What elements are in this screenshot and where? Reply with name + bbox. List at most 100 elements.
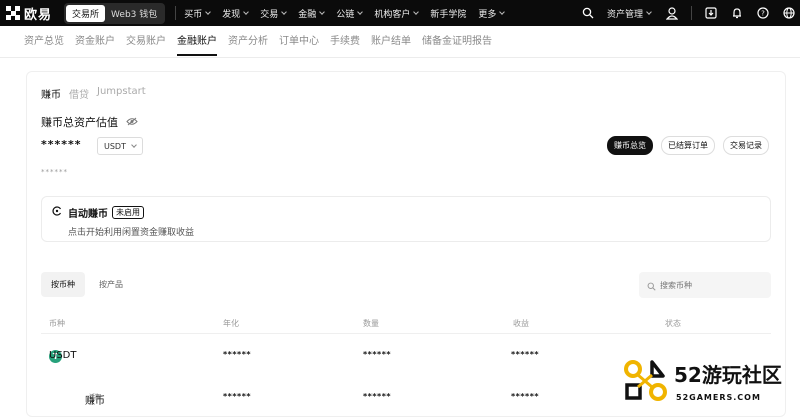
earnings-value: ******: [511, 350, 540, 359]
chevron-down-icon: [281, 8, 288, 15]
divider: [691, 6, 692, 20]
subnav-statements[interactable]: 账户结单: [371, 26, 411, 58]
asset-menu-label: 资产管理: [606, 9, 643, 20]
search-icon: [647, 276, 656, 295]
logo-text: 欧易: [24, 7, 53, 23]
auto-earn-label: 自动赚币: [68, 209, 108, 220]
column-header-coin: 币种: [49, 319, 65, 328]
earn-actions: 赚币总览 已结算订单 交易记录: [599, 136, 769, 155]
watermark-subtitle: 52GAMERS.COM: [676, 393, 761, 402]
chevron-down-icon: [319, 8, 326, 15]
total-value-label: 赚币总资产估值: [41, 116, 118, 129]
apy-value: ******: [223, 392, 252, 401]
logo[interactable]: 欧易: [6, 4, 52, 23]
filter-tabs: 按币种 按产品: [41, 272, 137, 297]
amount-value: ******: [363, 392, 392, 401]
subnav-trading-account[interactable]: 交易账户: [126, 26, 166, 58]
bell-icon[interactable]: [730, 6, 744, 20]
sub-balance: ******: [41, 168, 68, 176]
tab-by-product[interactable]: 按产品: [89, 272, 133, 297]
nav-discover[interactable]: 发现: [222, 7, 250, 20]
subnav-proof-of-reserves[interactable]: 储备金证明报告: [422, 26, 492, 58]
divider: [175, 6, 177, 20]
top-right-actions: 资产管理 ?: [581, 0, 800, 26]
globe-icon[interactable]: [782, 6, 796, 20]
nav-finance[interactable]: 金融: [298, 7, 326, 20]
column-header-apy: 年化: [223, 319, 239, 328]
tab-exchange[interactable]: 交易所: [66, 4, 106, 22]
download-icon[interactable]: [704, 6, 718, 20]
auto-earn-icon: [52, 206, 62, 219]
chevron-down-icon: [357, 8, 364, 15]
column-header-status: 状态: [665, 319, 681, 328]
main-nav: 买币 发现 交易 金融 公链 机构客户 新手学院 更多: [184, 7, 516, 20]
transaction-history-button[interactable]: 交易记录: [723, 136, 769, 155]
subnav-finance-account[interactable]: 金融账户: [177, 26, 217, 58]
product-tag: 活期: [89, 394, 102, 401]
nav-more[interactable]: 更多: [478, 7, 506, 20]
nav-label: 新手学院: [430, 9, 467, 20]
nav-label: 公链: [336, 9, 355, 20]
settled-orders-button[interactable]: 已结算订单: [661, 136, 715, 155]
search-icon[interactable]: [581, 6, 595, 20]
chevron-down-icon: [243, 8, 250, 15]
auto-earn-panel[interactable]: 自动赚币 未启用 点击开始利用闲置资金赚取收益: [41, 196, 771, 242]
subnav-order-center[interactable]: 订单中心: [279, 26, 319, 58]
watermark: 52游玩社区 52GAMERS.COM: [622, 353, 800, 417]
mode-switch: 交易所 Web3 钱包: [64, 2, 166, 24]
watermark-logo-icon: [624, 360, 667, 401]
column-header-amount: 数量: [363, 319, 379, 328]
subnav-asset-analysis[interactable]: 资产分析: [228, 26, 268, 58]
nav-label: 买币: [184, 9, 203, 20]
earn-overview-button[interactable]: 赚币总览: [607, 136, 653, 155]
column-header-earnings: 收益: [513, 319, 529, 328]
amount-value: ******: [363, 350, 392, 359]
account-subnav: 资产总览 资金账户 交易账户 金融账户 资产分析 订单中心 手续费 账户结单 储…: [0, 26, 800, 58]
auto-earn-description: 点击开始利用闲置资金赚取收益: [68, 228, 195, 238]
subnav-funding-account[interactable]: 资金账户: [75, 26, 115, 58]
earnings-value: ******: [511, 392, 540, 401]
chevron-down-icon: [413, 8, 420, 15]
help-icon[interactable]: ?: [756, 6, 770, 20]
eye-hidden-icon[interactable]: [126, 116, 138, 129]
coin-name: USDT: [49, 350, 77, 361]
okx-logo-icon: [6, 6, 20, 20]
nav-label: 交易: [260, 9, 279, 20]
tab-web3-wallet[interactable]: Web3 钱包: [105, 5, 163, 22]
status-badge: 未启用: [112, 206, 144, 219]
nav-chain[interactable]: 公链: [336, 7, 364, 20]
chevron-down-icon: [499, 8, 506, 15]
apy-value: ******: [223, 350, 252, 359]
nav-trade[interactable]: 交易: [260, 7, 288, 20]
svg-text:?: ?: [761, 10, 765, 18]
currency-value: USDT: [104, 141, 126, 151]
nav-academy[interactable]: 新手学院: [430, 7, 466, 20]
nav-label: 机构客户: [374, 9, 411, 20]
user-icon[interactable]: [665, 6, 679, 20]
chevron-down-icon: [131, 141, 137, 148]
tab-by-coin[interactable]: 按币种: [41, 272, 85, 297]
total-balance: ******: [41, 138, 82, 151]
search-input[interactable]: [660, 280, 760, 290]
nav-buy-crypto[interactable]: 买币: [184, 7, 212, 20]
asset-management-menu[interactable]: 资产管理: [606, 7, 652, 20]
subnav-asset-overview[interactable]: 资产总览: [24, 26, 64, 58]
nav-label: 发现: [222, 9, 241, 20]
table-header: 币种 年化 数量 收益 状态: [41, 316, 771, 334]
currency-select[interactable]: USDT: [97, 137, 143, 155]
total-value-heading: 赚币总资产估值: [41, 114, 138, 130]
nav-institutional[interactable]: 机构客户: [374, 7, 420, 20]
tab-loan[interactable]: 借贷: [69, 86, 89, 101]
earn-tabs: 赚币 借贷 Jumpstart: [41, 86, 154, 101]
watermark-title: 52游玩社区: [674, 363, 782, 387]
auto-earn-title: 自动赚币 未启用: [52, 205, 144, 220]
chevron-down-icon: [646, 8, 652, 15]
chevron-down-icon: [205, 8, 212, 15]
nav-label: 更多: [478, 9, 497, 20]
tab-jumpstart[interactable]: Jumpstart: [97, 86, 146, 101]
subnav-fees[interactable]: 手续费: [330, 26, 360, 58]
nav-label: 金融: [298, 9, 317, 20]
tab-earn[interactable]: 赚币: [41, 86, 61, 101]
coin-search-box[interactable]: [639, 272, 771, 298]
top-nav-bar: 欧易 交易所 Web3 钱包 买币 发现 交易 金融 公链 机构客户 新手学院 …: [0, 0, 800, 26]
